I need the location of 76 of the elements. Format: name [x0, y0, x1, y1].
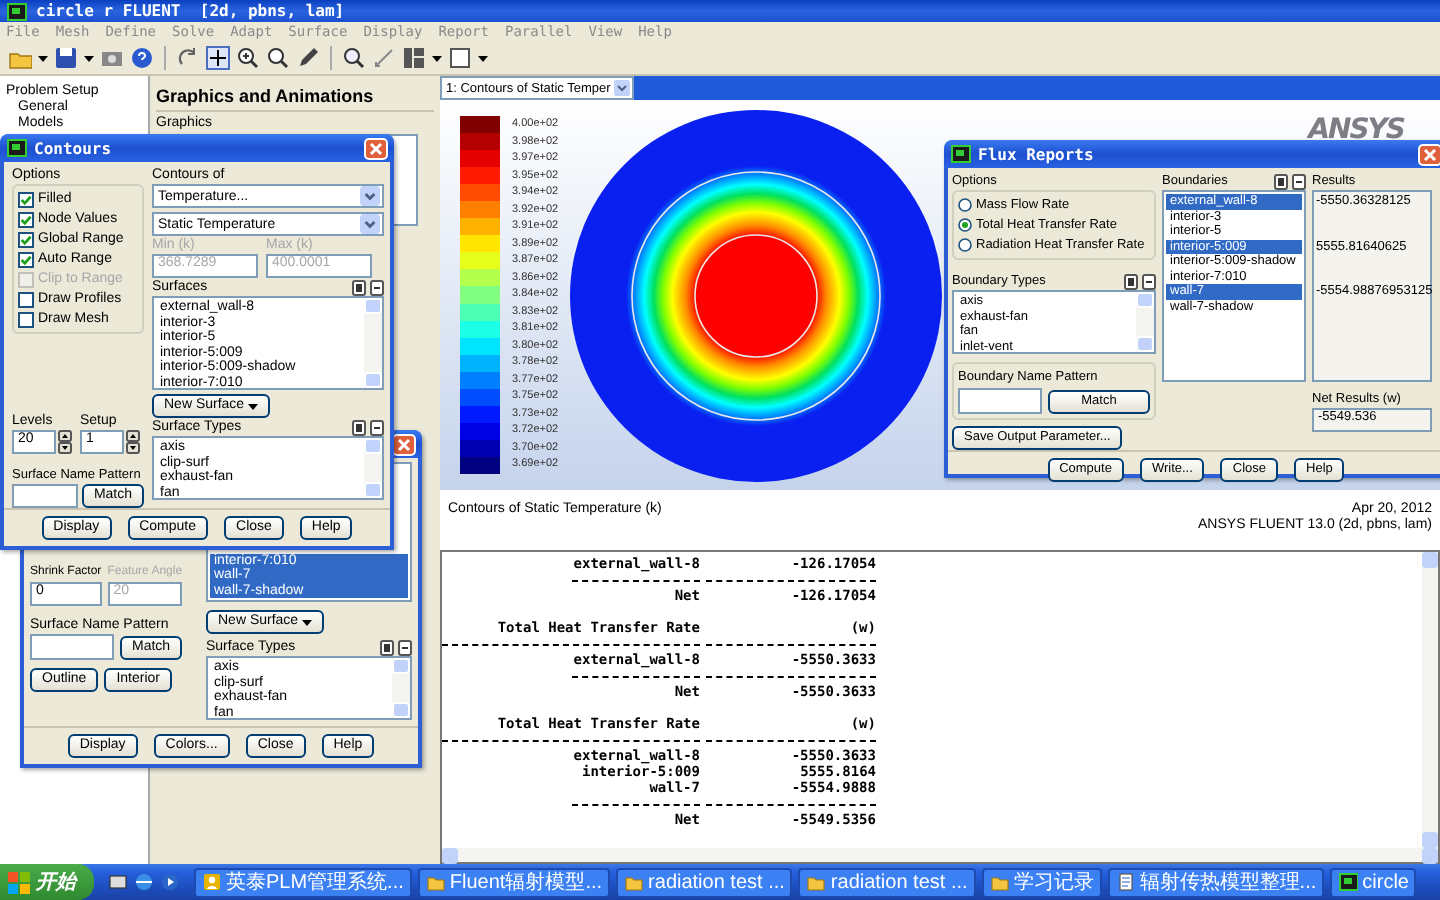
radio-button[interactable]: [958, 238, 972, 252]
checkbox[interactable]: [18, 311, 34, 327]
windows-logo-icon: [8, 871, 30, 893]
taskbar-button[interactable]: Fluent辐射模型...: [417, 867, 611, 897]
help-icon[interactable]: [130, 46, 154, 70]
folder-icon: [806, 872, 827, 892]
ansys-logo: ANSYS: [1308, 114, 1404, 146]
taskbar-button[interactable]: 学习记录: [981, 867, 1102, 897]
window-icon[interactable]: [448, 46, 472, 70]
select-all-icon[interactable]: [380, 639, 394, 655]
window-title: circle r FLUENT [2d, pbns, lam]: [36, 2, 345, 20]
checkbox[interactable]: [18, 211, 34, 227]
caret-icon: [302, 617, 313, 627]
folder-icon: [425, 872, 446, 892]
scrollbar[interactable]: [392, 658, 410, 718]
media-icon[interactable]: [160, 872, 180, 892]
select-all-icon[interactable]: [1274, 173, 1288, 189]
taskbar-button[interactable]: circle: [1330, 867, 1417, 897]
select-all-icon[interactable]: [352, 419, 366, 435]
start-button[interactable]: 开始: [0, 864, 94, 900]
scrollbar[interactable]: [1422, 552, 1438, 848]
checkbox[interactable]: [18, 291, 34, 307]
deselect-all-icon[interactable]: [370, 419, 384, 435]
input-field[interactable]: [958, 388, 1042, 414]
caret-icon[interactable]: [84, 53, 94, 63]
panel-title: Graphics and Animations: [156, 86, 434, 112]
folder-icon: [989, 872, 1010, 892]
caret-icon: [248, 401, 259, 411]
app-icon: [950, 144, 972, 164]
caret-icon[interactable]: [432, 53, 442, 63]
caret-icon[interactable]: [478, 53, 488, 63]
radio-button[interactable]: [958, 218, 972, 232]
taskbar-button[interactable]: radiation test ...: [798, 867, 976, 897]
radio-button[interactable]: [958, 198, 972, 212]
app-icon: [1338, 872, 1359, 892]
taskbar-button[interactable]: radiation test ...: [616, 867, 793, 897]
scrollbar[interactable]: [442, 848, 1438, 862]
document-icon: [1115, 872, 1136, 892]
layout-icon[interactable]: [402, 46, 426, 70]
zoom-in-icon[interactable]: [236, 46, 260, 70]
scrollbar[interactable]: [1136, 292, 1154, 352]
close-button[interactable]: [364, 137, 388, 159]
scrollbar[interactable]: [364, 298, 382, 388]
caret-icon[interactable]: [38, 53, 48, 63]
close-button[interactable]: [392, 433, 416, 455]
deselect-all-icon[interactable]: [1142, 273, 1156, 289]
floppy-icon[interactable]: [54, 46, 78, 70]
pen-icon[interactable]: [296, 46, 320, 70]
select-all-icon[interactable]: [1124, 273, 1138, 289]
checkbox[interactable]: [18, 251, 34, 267]
taskbar-button[interactable]: 英泰PLM管理系统...: [194, 867, 412, 897]
app-icon: [6, 1, 28, 21]
folder-icon: [624, 872, 645, 892]
app-icon: [6, 138, 28, 158]
deselect-all-icon[interactable]: [398, 639, 412, 655]
dropdown-arrow-icon: [614, 80, 631, 96]
spinner-icon[interactable]: [126, 430, 140, 454]
spinner-icon[interactable]: [58, 430, 72, 454]
rotate-icon[interactable]: [176, 46, 200, 70]
checkbox[interactable]: [18, 231, 34, 247]
select-all-icon[interactable]: [352, 279, 366, 295]
move-icon[interactable]: [206, 46, 230, 70]
app-icon: [202, 872, 222, 892]
taskbar-button[interactable]: 辐射传热模型整理...: [1107, 867, 1325, 897]
zoom-icon[interactable]: [266, 46, 290, 70]
dialog-title: Flux Reports: [978, 145, 1094, 163]
deselect-all-icon[interactable]: [370, 279, 384, 295]
input-field[interactable]: [12, 484, 78, 508]
scrollbar[interactable]: [364, 438, 382, 498]
deselect-all-icon[interactable]: [1292, 173, 1306, 189]
dialog-title: Contours: [34, 139, 112, 157]
input-field[interactable]: [30, 634, 114, 660]
close-button[interactable]: [1418, 143, 1440, 165]
checkbox[interactable]: [18, 191, 34, 207]
magnifier-icon[interactable]: [342, 46, 366, 70]
desktop-icon[interactable]: [108, 872, 128, 892]
